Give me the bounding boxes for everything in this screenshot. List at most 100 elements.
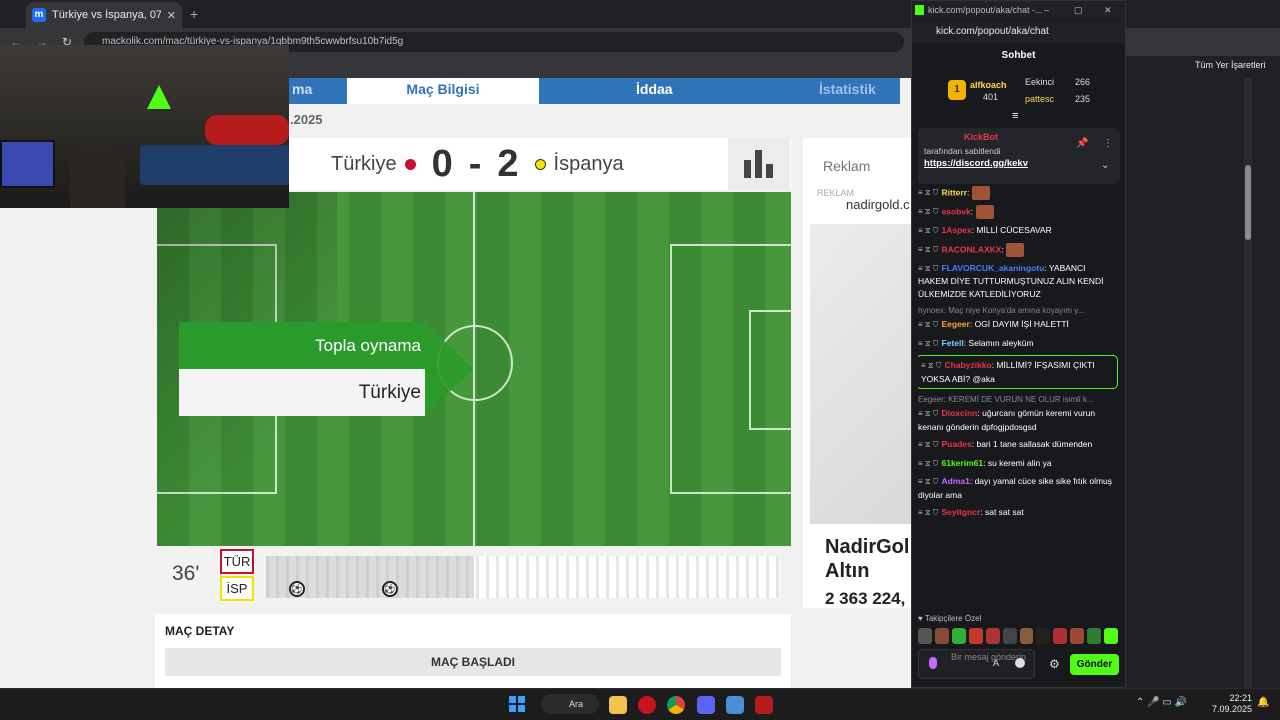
chat-username[interactable]: Fetell — [941, 338, 963, 348]
ad-site[interactable]: nadirgold.c — [846, 197, 910, 212]
settings-icon[interactable]: ⚙ — [1049, 657, 1060, 671]
mic-icon[interactable] — [929, 657, 937, 669]
chat-message[interactable]: ≡ ⧖ ⛉ 61kerim61: su keremi alin ya — [918, 457, 1118, 471]
windows-start-icon[interactable] — [509, 696, 525, 712]
mackolik-favicon: m — [32, 8, 46, 22]
close-window-icon[interactable]: ✕ — [1104, 1, 1112, 20]
maximize-icon[interactable]: ▢ — [1074, 1, 1083, 20]
tab-mac-bilgisi-label: Maç Bilgisi — [406, 81, 480, 97]
goal-icon: ⚽ — [289, 581, 305, 597]
right-goal-box — [749, 310, 791, 430]
chat-username[interactable]: Adma1 — [941, 476, 969, 486]
pinned-message: KickBot tarafından sabitlendi https://di… — [918, 128, 1120, 184]
discord-icon[interactable] — [697, 696, 715, 714]
minimize-icon[interactable]: – — [1044, 1, 1049, 20]
chat-message[interactable]: ≡ ⧖ ⛉ Fetell: Selamın aleyküm — [918, 337, 1118, 351]
emote[interactable] — [1053, 628, 1068, 644]
chat-message[interactable]: ≡ ⧖ ⛉ Dioxcinn: uğurcanı gömün keremi vur… — [918, 407, 1118, 433]
badge-icons: ≡ ⧖ ⛉ — [918, 244, 939, 254]
webcam-overlay — [0, 45, 289, 208]
possession-banner-team: Türkiye — [179, 369, 425, 416]
chat-message[interactable]: ≡ ⧖ ⛉ esobvk: — [918, 205, 1118, 219]
close-tab-icon[interactable]: ✕ — [167, 9, 176, 22]
emote[interactable] — [968, 628, 983, 644]
more-options-icon[interactable]: ⋮ — [1103, 138, 1113, 149]
chat-username[interactable]: Seyitgncr — [941, 507, 980, 517]
notification-icon[interactable]: 🔔 — [1257, 697, 1269, 708]
chat-username[interactable]: esobvk — [941, 206, 970, 216]
opera-icon[interactable] — [638, 696, 656, 714]
match-date: .2025 — [290, 112, 323, 127]
chat-message[interactable]: ≡ ⧖ ⛉ Eegeer: OGİ DAYIM İŞİ HALETTİ — [918, 318, 1118, 332]
chat-username[interactable]: RACONLAXKX — [941, 244, 1001, 254]
text-format-icon[interactable]: A — [993, 658, 999, 668]
pin-icon[interactable]: 📌 — [1076, 138, 1088, 149]
chat-username[interactable]: Puades — [941, 439, 971, 449]
emote[interactable] — [1002, 628, 1017, 644]
browser-tab[interactable]: m Türkiye vs İspanya, 07.09.2025 ✕ — [26, 2, 182, 28]
match-minute: 36' — [172, 562, 200, 585]
away-team-dot — [534, 158, 546, 170]
emote[interactable] — [918, 628, 932, 644]
new-tab-icon[interactable]: + — [190, 6, 198, 22]
emote[interactable] — [1104, 628, 1119, 644]
app-icon[interactable] — [726, 696, 744, 714]
chat-message[interactable]: ≡ ⧖ ⛉ FLAVORCUK_akaningotu: YABANCI HAKEM… — [918, 262, 1118, 301]
chat-collapse-icon[interactable]: ≡ — [1012, 110, 1018, 122]
emote[interactable] — [934, 628, 949, 644]
system-tray-icons[interactable]: ⌃ 🎤 ▭ 🔊 — [1136, 697, 1187, 708]
ad-image[interactable] — [810, 224, 920, 524]
pinned-link[interactable]: https://discord.gg/kekv — [924, 158, 1028, 169]
tab-mac-bilgisi[interactable]: Maç Bilgisi — [347, 78, 539, 104]
emote[interactable] — [1087, 628, 1102, 644]
chat-username[interactable]: 61kerim61 — [941, 458, 983, 468]
badge-icons: ≡ ⧖ ⛉ — [918, 338, 939, 348]
chat-url: kick.com/popout/aka/chat — [912, 21, 1125, 43]
chat-message[interactable]: ≡ ⧖ ⛉ Ritterr: — [918, 186, 1118, 200]
home-team-name: Türkiye — [331, 152, 397, 175]
emote[interactable] — [1036, 628, 1051, 644]
emote[interactable] — [951, 628, 966, 644]
tab-istatistik[interactable]: İstatistik — [819, 78, 876, 104]
chat-message[interactable]: ≡ ⧖ ⛉ Puades: bari 1 tane sallasak dümend… — [918, 438, 1118, 452]
chat-username[interactable]: Dioxcinn — [941, 408, 977, 418]
chat-message-input[interactable]: Bir mesaj gönderin A — [918, 649, 1035, 679]
scroll-thumb[interactable] — [1245, 165, 1251, 240]
badge-icons: ≡ ⧖ ⛉ — [918, 263, 939, 273]
chat-username[interactable]: Eegeer — [941, 319, 969, 329]
bar-chart-icon[interactable] — [728, 138, 790, 190]
chat-text: Selamın aleyküm — [968, 337, 1034, 348]
emoji-icon[interactable] — [1015, 658, 1025, 668]
badge-icons: ≡ ⧖ ⛉ — [918, 477, 939, 486]
emote[interactable] — [1019, 628, 1034, 644]
chat-message[interactable]: ≡ ⧖ ⛉ Chabyzikko: MİLLİMİ? İFŞASIMI ÇIKTI… — [918, 355, 1118, 389]
taskbar-clock[interactable]: 22:21 7.09.2025 — [1212, 693, 1252, 715]
chat-window-title: kick.com/popout/aka/chat -... – ▢ ✕ — [912, 1, 1125, 20]
send-button[interactable]: Gönder — [1070, 654, 1119, 675]
chat-username[interactable]: FLAVORCUK_akaningotu — [941, 263, 1044, 273]
badge-icons: ≡ ⧖ ⛉ — [918, 188, 939, 198]
chat-message[interactable]: ≡ ⧖ ⛉ Adma1: dayı yamal cüce sike sike fı… — [918, 475, 1118, 501]
chat-message[interactable]: ≡ ⧖ ⛉ Seyitgncr: sat sat sat — [918, 506, 1118, 520]
all-bookmarks[interactable]: Tüm Yer İşaretleri — [1195, 60, 1266, 70]
chat-message[interactable]: ≡ ⧖ ⛉ 1Aspex: MİLLİ CÜCESAVAR — [918, 224, 1118, 238]
clock-date: 7.09.2025 — [1212, 704, 1253, 714]
expand-pinned-icon[interactable]: ⌄ — [1101, 160, 1109, 171]
tab-iddaa[interactable]: İddaa — [636, 78, 673, 104]
home-abbr: TÜR — [220, 549, 254, 574]
chat-username[interactable]: Ritterr — [941, 187, 967, 197]
ad-product-name[interactable]: NadirGol Altın — [825, 535, 909, 583]
chat-message[interactable]: ≡ ⧖ ⛉ RACONLAXKX: — [918, 242, 1118, 257]
taskbar-search[interactable]: Ara — [541, 694, 599, 714]
emote[interactable] — [985, 628, 1000, 644]
leaderboard: 1 alfkoach 401 Eekinci 266 pattesc 235 — [945, 76, 1115, 108]
voicemod-icon[interactable] — [755, 696, 773, 714]
tab-ozet[interactable]: ma — [292, 78, 312, 104]
chat-username[interactable]: 1Aspex — [941, 225, 971, 235]
badge-icons: ≡ ⧖ ⛉ — [918, 409, 939, 418]
chat-username[interactable]: Chabyzikko — [944, 360, 991, 370]
file-explorer-icon[interactable] — [609, 696, 627, 714]
chrome-icon[interactable] — [667, 696, 685, 714]
first-value: 401 — [983, 92, 999, 102]
emote[interactable] — [1070, 628, 1085, 644]
